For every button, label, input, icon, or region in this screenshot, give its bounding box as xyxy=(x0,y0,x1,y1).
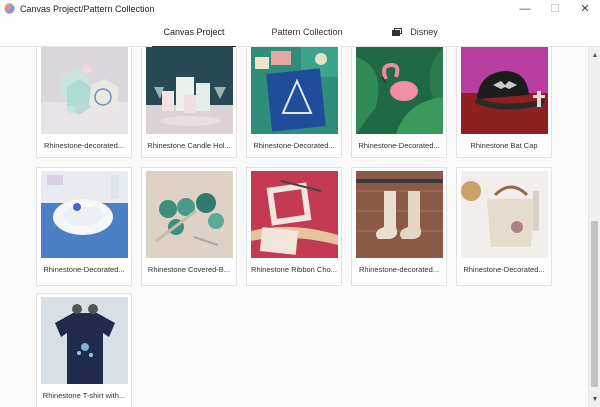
project-grid: Rhinestone-decorated... Rhinestone Candl… xyxy=(0,47,588,407)
project-card[interactable]: Rhinestone-Decorated... xyxy=(351,47,447,158)
window-controls: — ☐ ✕ xyxy=(510,0,600,17)
project-label: Rhinestone-decorated... xyxy=(358,265,440,274)
project-label: Rhinestone-Decorated... xyxy=(43,265,125,274)
scroll-up-arrow-icon[interactable]: ▲ xyxy=(589,49,600,61)
scroll-down-arrow-icon[interactable]: ▼ xyxy=(589,393,600,405)
stockings-photo xyxy=(356,171,443,258)
tab-disney[interactable]: Disney xyxy=(385,17,445,47)
project-label: Rhinestone T-shirt with... xyxy=(42,391,126,400)
tab-pattern-collection[interactable]: Pattern Collection xyxy=(262,17,352,47)
gallery-icon xyxy=(392,27,403,37)
tshirt-photo xyxy=(41,297,128,384)
project-card[interactable]: Rhinestone-Decorated... xyxy=(36,167,132,286)
project-card[interactable]: Rhinestone Bat Cap xyxy=(456,47,552,158)
project-label: Rhinestone-Decorated... xyxy=(358,141,440,150)
tab-label: Disney xyxy=(410,27,438,37)
tray-photo xyxy=(251,47,338,134)
bat-cap-photo xyxy=(461,47,548,134)
project-card[interactable]: Rhinestone Ribbon Cho... xyxy=(246,167,342,286)
tab-bar: Canvas Project Pattern Collection Disney xyxy=(0,17,600,48)
maximize-button[interactable]: ☐ xyxy=(540,0,570,17)
vertical-scrollbar[interactable]: ▲ ▼ xyxy=(588,47,600,407)
flamingo-photo xyxy=(356,47,443,134)
project-card[interactable]: Rhinestone-Decorated... xyxy=(246,47,342,158)
project-label: Rhinestone-decorated... xyxy=(43,141,125,150)
project-card[interactable]: Rhinestone Covered-B... xyxy=(141,167,237,286)
buttons-photo xyxy=(146,171,233,258)
gift-boxes-photo xyxy=(41,47,128,134)
project-label: Rhinestone Candle Hol... xyxy=(147,141,231,150)
project-label: Rhinestone Ribbon Cho... xyxy=(251,265,337,274)
project-card[interactable]: Rhinestone Candle Hol... xyxy=(141,47,237,158)
tab-label: Pattern Collection xyxy=(271,27,343,37)
project-label: Rhinestone-Decorated... xyxy=(253,141,335,150)
scrollbar-thumb[interactable] xyxy=(591,221,598,387)
minimize-button[interactable]: — xyxy=(510,0,540,17)
bag-photo xyxy=(461,171,548,258)
project-label: Rhinestone Bat Cap xyxy=(470,141,538,150)
tab-label: Canvas Project xyxy=(163,27,225,37)
place-setting-photo xyxy=(41,171,128,258)
close-button[interactable]: ✕ xyxy=(570,0,600,17)
title-bar: Canvas Project/Pattern Collection — ☐ ✕ xyxy=(0,0,600,17)
candle-holders-photo xyxy=(146,47,233,134)
project-card[interactable]: Rhinestone-decorated... xyxy=(36,47,132,158)
project-label: Rhinestone-Decorated... xyxy=(463,265,545,274)
project-card[interactable]: Rhinestone-Decorated... xyxy=(456,167,552,286)
project-card[interactable]: Rhinestone T-shirt with... xyxy=(36,293,132,407)
project-card[interactable]: Rhinestone-decorated... xyxy=(351,167,447,286)
project-label: Rhinestone Covered-B... xyxy=(147,265,231,274)
window-title: Canvas Project/Pattern Collection xyxy=(20,3,155,14)
ribbon-photo xyxy=(251,171,338,258)
tab-canvas-project[interactable]: Canvas Project xyxy=(152,17,236,48)
app-icon xyxy=(4,3,15,14)
